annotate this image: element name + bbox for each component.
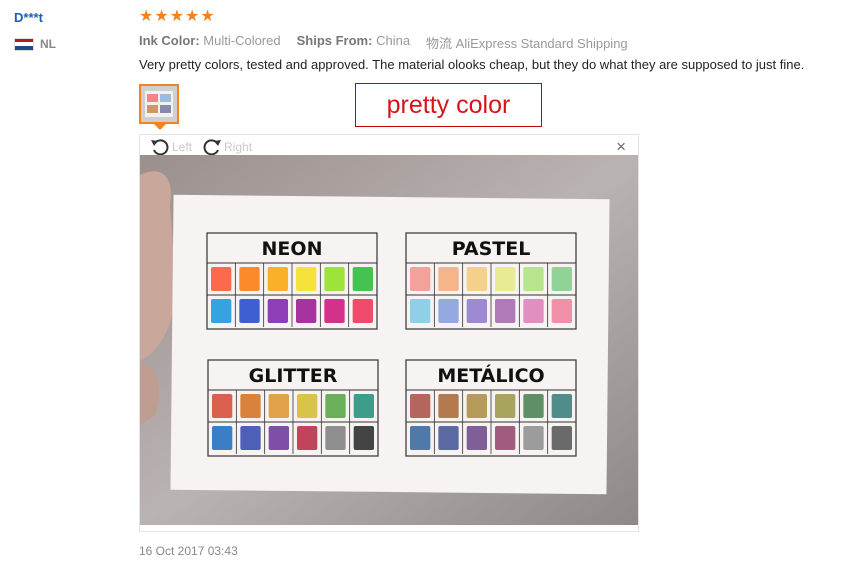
- color-swatch: [551, 267, 572, 291]
- color-swatch: [523, 299, 544, 323]
- star-icon: ★: [169, 8, 185, 25]
- ink-color-label: Ink Color:: [139, 33, 200, 48]
- color-swatch: [410, 394, 431, 418]
- rotate-left-icon: [151, 139, 169, 156]
- color-swatch: [495, 426, 516, 450]
- color-swatch: [495, 394, 516, 418]
- color-swatch: [211, 267, 232, 291]
- rotate-left-label: Left: [172, 140, 193, 154]
- color-swatch: [352, 267, 373, 291]
- color-swatch: [296, 299, 317, 323]
- color-swatch: [297, 426, 318, 450]
- color-swatch: [297, 394, 318, 418]
- color-swatch: [551, 394, 572, 418]
- annotation-box: pretty color: [355, 83, 542, 127]
- color-swatch: [438, 394, 459, 418]
- color-swatch: [240, 426, 261, 450]
- color-swatch: [239, 299, 260, 323]
- color-swatch: [551, 426, 572, 450]
- color-swatch: [211, 299, 232, 323]
- color-swatch: [325, 394, 346, 418]
- rotate-right-icon: [203, 139, 222, 156]
- review-photo: NEON PASTEL GLITTER METÁLICO: [140, 155, 638, 525]
- ships-from-info: Ships From: China: [297, 33, 410, 52]
- color-swatch: [296, 267, 317, 291]
- color-swatch: [268, 394, 289, 418]
- review-text: Very pretty colors, tested and approved.…: [139, 57, 805, 72]
- color-swatch: [523, 267, 544, 291]
- rotate-right-label: Right: [224, 140, 253, 154]
- color-swatch: [353, 426, 374, 450]
- color-swatch: [551, 299, 572, 323]
- color-swatch: [495, 267, 516, 291]
- color-swatch: [352, 299, 373, 323]
- star-icon: ★: [154, 8, 169, 25]
- color-swatch: [466, 426, 487, 450]
- color-swatch: [410, 426, 431, 450]
- reviewer-name: D***t: [14, 10, 43, 25]
- ships-from-label: Ships From:: [296, 33, 373, 48]
- color-swatch: [268, 426, 289, 450]
- annotation-text: pretty color: [386, 90, 511, 119]
- rotate-right-button[interactable]: Right: [202, 137, 252, 157]
- ink-color-info: Ink Color: Multi-Colored: [139, 33, 281, 52]
- color-swatch: [523, 426, 544, 450]
- swatch-panel-title: METÁLICO: [437, 364, 544, 387]
- shipping-method: 物流 AliExpress Standard Shipping: [426, 36, 628, 51]
- color-swatch: [324, 267, 345, 291]
- color-swatch: [410, 267, 431, 291]
- thumbnail-selected-caret: [154, 124, 166, 130]
- order-info: Ink Color: Multi-Colored Ships From: Chi…: [139, 33, 628, 52]
- color-swatch: [466, 394, 487, 418]
- color-swatch: [495, 299, 516, 323]
- image-viewer: Left Right × NEON PASTEL GLITTER METÁLICO: [139, 134, 639, 532]
- rotate-left-button[interactable]: Left: [150, 137, 192, 157]
- color-swatch: [353, 394, 374, 418]
- close-viewer-button[interactable]: ×: [616, 138, 626, 156]
- ink-color-value: Multi-Colored: [203, 33, 281, 48]
- color-swatch: [239, 267, 260, 291]
- color-swatch: [466, 299, 487, 323]
- color-swatch: [325, 426, 346, 450]
- viewer-toolbar: Left Right: [150, 137, 252, 157]
- swatch-panel-title: GLITTER: [249, 365, 338, 387]
- netherlands-flag-icon: [14, 37, 34, 51]
- color-swatch: [240, 394, 261, 418]
- thumbnail-image: [141, 86, 177, 122]
- ships-from-value: China: [376, 33, 411, 48]
- color-swatch: [267, 267, 288, 291]
- country-code: NL: [40, 37, 56, 51]
- color-swatch: [267, 299, 288, 323]
- review-image-thumbnail[interactable]: [139, 84, 179, 124]
- star-rating: ★ ★ ★ ★ ★: [139, 8, 215, 26]
- color-swatch: [523, 394, 544, 418]
- star-icon: ★: [139, 8, 154, 25]
- swatch-panel-title: PASTEL: [452, 238, 531, 260]
- color-swatch: [438, 426, 459, 450]
- color-swatch: [212, 394, 233, 418]
- reviewer-country: NL: [14, 37, 56, 51]
- color-swatch: [410, 299, 431, 323]
- swatch-panel-title: NEON: [262, 238, 323, 260]
- color-swatch: [438, 267, 459, 291]
- color-swatch: [438, 299, 459, 323]
- color-swatch: [212, 426, 233, 450]
- star-icon: ★: [185, 8, 200, 25]
- review-date: 16 Oct 2017 03:43: [139, 544, 238, 558]
- star-icon: ★: [200, 8, 215, 25]
- color-swatch: [324, 299, 345, 323]
- color-swatch: [466, 267, 487, 291]
